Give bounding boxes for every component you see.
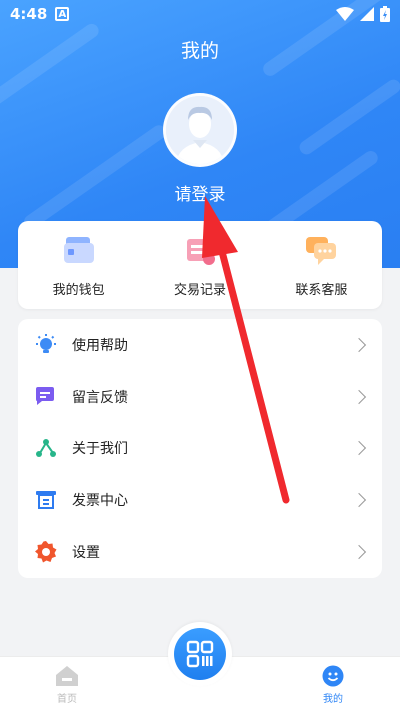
share-nodes-icon	[36, 439, 56, 458]
gear-icon	[35, 541, 57, 563]
smiley-profile-icon	[322, 665, 344, 687]
quick-actions-card: 我的钱包 交易记录 联系客服	[18, 221, 382, 309]
page-title: 我的	[180, 40, 219, 62]
tab-label: 首页	[57, 694, 77, 705]
scan-button[interactable]	[174, 628, 226, 680]
quick-action-wallet[interactable]: 我的钱包	[18, 221, 139, 309]
menu-item-label: 关于我们	[72, 441, 128, 458]
wifi-icon	[336, 7, 354, 21]
avatar[interactable]	[163, 93, 237, 167]
feedback-chat-icon	[36, 386, 54, 405]
quick-action-customer-service[interactable]: 联系客服	[261, 221, 382, 309]
notification-a-icon: A	[55, 7, 70, 21]
chevron-right-icon	[351, 337, 367, 352]
chevron-right-icon	[351, 493, 367, 508]
customer-service-icon	[306, 237, 337, 265]
home-icon	[56, 666, 78, 686]
menu-item-label: 留言反馈	[72, 389, 128, 406]
tab-label: 我的	[323, 694, 343, 705]
menu-card: 使用帮助 留言反馈 关于我们 发票中心 设置	[18, 319, 382, 578]
menu-item-label: 发票中心	[72, 493, 128, 510]
menu-item-label: 使用帮助	[72, 337, 128, 354]
menu-item-about[interactable]: 关于我们	[18, 423, 382, 475]
quick-action-transactions[interactable]: 交易记录	[139, 221, 260, 309]
menu-item-label: 设置	[72, 545, 100, 562]
transaction-record-icon	[186, 239, 215, 265]
menu-item-invoice[interactable]: 发票中心	[18, 474, 382, 526]
tab-home[interactable]: 首页	[32, 657, 102, 710]
quick-action-label: 交易记录	[173, 283, 226, 298]
invoice-icon	[36, 491, 56, 510]
qr-scan-icon	[186, 640, 214, 668]
quick-action-label: 我的钱包	[52, 283, 105, 298]
lightbulb-icon	[36, 333, 56, 353]
quick-action-label: 联系客服	[295, 283, 348, 298]
status-time: 4:48	[10, 5, 48, 23]
chevron-right-icon	[351, 389, 367, 404]
chevron-right-icon	[351, 441, 367, 456]
signal-icon	[360, 7, 374, 21]
wallet-icon	[63, 237, 94, 263]
user-avatar-icon	[166, 96, 234, 164]
menu-item-help[interactable]: 使用帮助	[18, 319, 382, 371]
menu-item-settings[interactable]: 设置	[18, 526, 382, 578]
battery-icon	[380, 6, 390, 22]
menu-item-feedback[interactable]: 留言反馈	[18, 371, 382, 423]
status-bar: 4:48 A	[0, 0, 400, 28]
login-prompt[interactable]: 请登录	[0, 180, 400, 205]
tab-mine[interactable]: 我的	[298, 657, 368, 710]
chevron-right-icon	[351, 545, 367, 560]
